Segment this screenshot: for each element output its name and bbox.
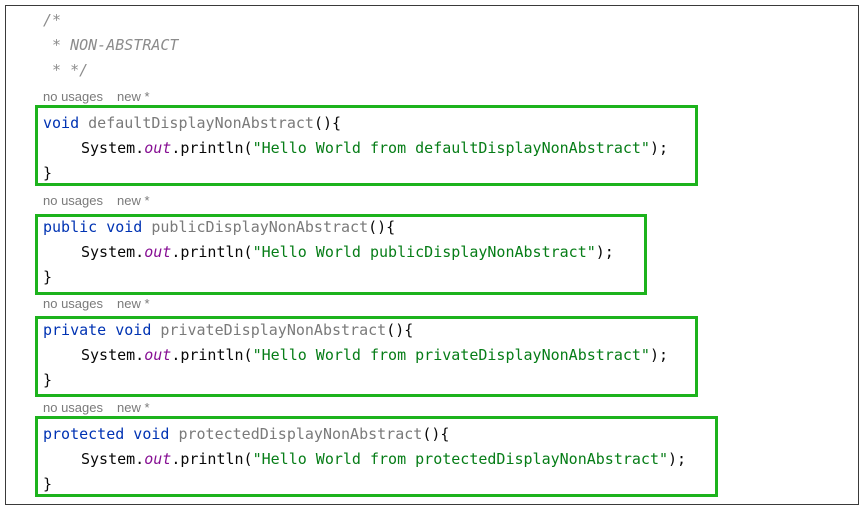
modifier: void <box>43 114 80 132</box>
new-hint[interactable]: new * <box>117 193 150 208</box>
field-out: out <box>144 346 172 364</box>
signature-tail: (){ <box>386 321 414 339</box>
call: .println( <box>171 243 253 261</box>
method-close-protected: } <box>43 475 53 493</box>
inlay-hint-row: no usages new * <box>43 193 164 209</box>
method-body-default[interactable]: System.out.println("Hello World from def… <box>81 138 668 158</box>
usages-hint[interactable]: no usages <box>43 400 103 415</box>
method-signature-protected[interactable]: protected void protectedDisplayNonAbstra… <box>43 424 449 444</box>
modifier: private void <box>43 321 152 339</box>
method-name[interactable]: protectedDisplayNonAbstract <box>178 425 422 443</box>
string-literal: "Hello World from protectedDisplayNonAbs… <box>252 450 669 468</box>
code-editor[interactable]: /* * NON-ABSTRACT * */ no usages new * vo… <box>5 5 859 505</box>
signature-tail: (){ <box>422 425 450 443</box>
method-body-private[interactable]: System.out.println("Hello World from pri… <box>81 345 668 365</box>
inlay-hint-row: no usages new * <box>43 400 164 416</box>
comment-line-3: * */ <box>43 61 89 79</box>
call-end: ); <box>649 346 669 364</box>
modifier: protected void <box>43 425 170 443</box>
method-signature-default[interactable]: void defaultDisplayNonAbstract(){ <box>43 113 341 133</box>
receiver: System. <box>81 450 145 468</box>
signature-tail: (){ <box>368 218 396 236</box>
comment-line-2: * NON-ABSTRACT <box>43 36 179 54</box>
new-hint[interactable]: new * <box>117 296 150 311</box>
receiver: System. <box>81 346 145 364</box>
usages-hint[interactable]: no usages <box>43 193 103 208</box>
string-literal: "Hello World from defaultDisplayNonAbstr… <box>252 139 650 157</box>
call: .println( <box>171 346 253 364</box>
string-literal: "Hello World publicDisplayNonAbstract" <box>252 243 596 261</box>
comment-line-1: /* <box>43 11 62 29</box>
method-name[interactable]: defaultDisplayNonAbstract <box>88 114 314 132</box>
receiver: System. <box>81 139 145 157</box>
inlay-hint-row: no usages new * <box>43 89 164 105</box>
call: .println( <box>171 450 253 468</box>
receiver: System. <box>81 243 145 261</box>
string-literal: "Hello World from privateDisplayNonAbstr… <box>252 346 650 364</box>
field-out: out <box>144 139 172 157</box>
method-close-private: } <box>43 371 53 389</box>
field-out: out <box>144 243 172 261</box>
method-signature-public[interactable]: public void publicDisplayNonAbstract(){ <box>43 217 395 237</box>
method-name[interactable]: privateDisplayNonAbstract <box>160 321 386 339</box>
method-signature-private[interactable]: private void privateDisplayNonAbstract()… <box>43 320 413 340</box>
method-body-public[interactable]: System.out.println("Hello World publicDi… <box>81 242 614 262</box>
call: .println( <box>171 139 253 157</box>
modifier: public void <box>43 218 143 236</box>
method-close-default: } <box>43 164 53 182</box>
call-end: ); <box>595 243 614 261</box>
signature-tail: (){ <box>313 114 342 132</box>
inlay-hint-row: no usages new * <box>43 296 164 312</box>
usages-hint[interactable]: no usages <box>43 296 103 311</box>
new-hint[interactable]: new * <box>117 89 150 104</box>
method-body-protected[interactable]: System.out.println("Hello World from pro… <box>81 449 686 469</box>
method-close-public: } <box>43 268 53 286</box>
call-end: ); <box>649 139 669 157</box>
field-out: out <box>144 450 172 468</box>
call-end: ); <box>668 450 687 468</box>
method-name[interactable]: publicDisplayNonAbstract <box>151 218 368 236</box>
new-hint[interactable]: new * <box>117 400 150 415</box>
usages-hint[interactable]: no usages <box>43 89 103 104</box>
